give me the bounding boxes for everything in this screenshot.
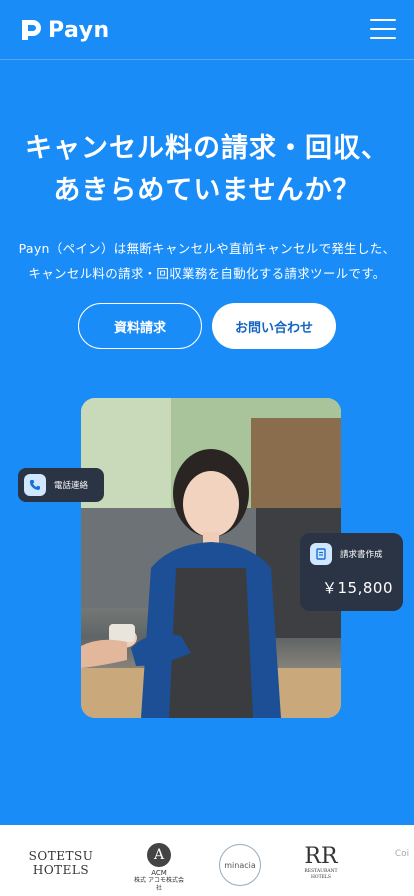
hero-description: Payn（ペイン）は無断キャンセルや直前キャンセルで発生した、 キャンセル料の請… xyxy=(0,236,414,286)
acm-name: ACM xyxy=(151,869,167,877)
brand-name: Payn xyxy=(48,17,110,43)
document-request-button[interactable]: 資料請求 xyxy=(78,303,202,349)
minacia-logo: minacia xyxy=(219,844,261,886)
phone-icon xyxy=(24,474,46,496)
invoice-amount: ￥15,800 xyxy=(322,579,393,597)
acm-mark: A xyxy=(147,843,171,867)
hero-desc-line1: Payn（ペイン）は無断キャンセルや直前キャンセルで発生した、 xyxy=(18,241,396,256)
acm-logo: A ACM 株式 アコモ株式会社 xyxy=(132,843,186,893)
contact-button[interactable]: お問い合わせ xyxy=(212,303,336,349)
hero-title-line1: キャンセル料の請求・回収、 xyxy=(25,133,389,164)
document-icon xyxy=(310,543,332,565)
client-logos-strip: SOTETSU HOTELS A ACM 株式 アコモ株式会社 minacia … xyxy=(0,825,414,896)
invoice-label: 請求書作成 xyxy=(340,550,383,560)
hero-desc-line2: キャンセル料の請求・回収業務を自動化する請求ツールです。 xyxy=(28,266,386,281)
hero-title: キャンセル料の請求・回収、 あきらめていませんか？ xyxy=(0,128,414,212)
rr-mark: RR xyxy=(304,844,338,869)
hero-title-line2: あきらめていませんか？ xyxy=(53,175,361,206)
acm-sub: 株式 アコモ株式会社 xyxy=(134,877,184,892)
rr-sub: RESTAURANT HOTELS xyxy=(304,869,338,880)
phone-contact-label: 電話連絡 xyxy=(54,481,89,491)
sotetsu-line2: HOTELS xyxy=(32,863,90,877)
payn-logo[interactable]: Payn xyxy=(20,17,110,43)
rr-hotels-logo: RR RESTAURANT HOTELS xyxy=(294,845,348,881)
sotetsu-hotels-logo: SOTETSU HOTELS xyxy=(22,849,100,877)
site-header: Payn xyxy=(0,0,414,60)
phone-contact-badge: 電話連絡 xyxy=(18,468,104,502)
sotetsu-line1: SOTETSU xyxy=(28,849,94,863)
hamburger-menu-icon[interactable] xyxy=(370,19,396,39)
payn-logo-icon xyxy=(22,20,41,40)
invoice-badge: 請求書作成 ￥15,800 xyxy=(300,533,403,611)
partial-client-logo: Coi xyxy=(394,849,410,859)
